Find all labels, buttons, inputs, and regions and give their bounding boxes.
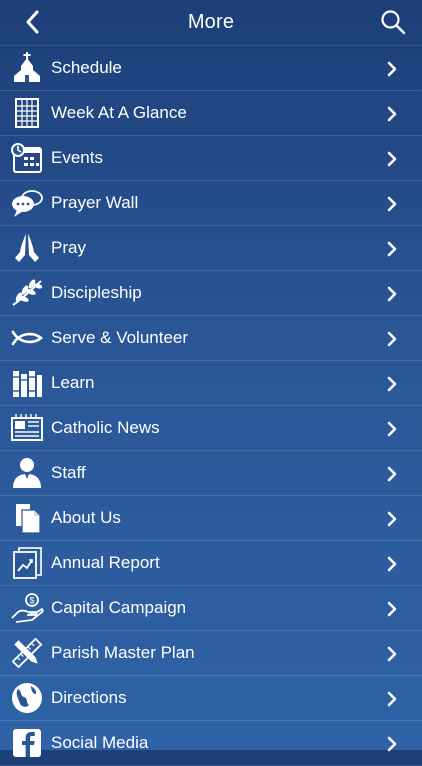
page-title: More — [187, 10, 235, 33]
chevron-right-icon — [386, 511, 398, 527]
speech-bubbles-icon — [10, 187, 44, 219]
menu-item-annual-report[interactable]: Annual Report — [0, 541, 422, 586]
menu-item-serve-volunteer[interactable]: Serve & Volunteer — [0, 316, 422, 361]
chevron-right-icon — [386, 601, 398, 617]
menu-item-parish-master-plan[interactable]: Parish Master Plan — [0, 631, 422, 676]
chevron-right-icon — [386, 466, 398, 482]
menu-item-label: Social Media — [51, 733, 149, 752]
menu-item-label: Pray — [51, 238, 86, 257]
chevron-right-icon — [386, 151, 398, 167]
chevron-right-icon — [386, 61, 398, 77]
menu-item-learn[interactable]: Learn — [0, 361, 422, 406]
menu-item-label: Directions — [51, 688, 127, 707]
olive-branch-icon — [10, 277, 44, 309]
ruler-pencil-icon — [10, 637, 44, 669]
menu-item-label: About Us — [51, 508, 121, 527]
menu-item-schedule[interactable]: Schedule — [0, 45, 422, 91]
menu-item-pray[interactable]: Pray — [0, 226, 422, 271]
hand-coin-icon: $ — [10, 592, 44, 624]
menu-item-label: Schedule — [51, 58, 122, 77]
menu-item-directions[interactable]: Directions — [0, 676, 422, 721]
documents-icon — [10, 502, 44, 534]
menu-item-discipleship[interactable]: Discipleship — [0, 271, 422, 316]
menu-item-about-us[interactable]: About Us — [0, 496, 422, 541]
menu-item-label: Week At A Glance — [51, 103, 187, 122]
person-icon — [10, 457, 44, 489]
menu-item-label: Capital Campaign — [51, 598, 187, 617]
calendar-grid-icon — [10, 97, 44, 129]
menu-item-label: Events — [51, 148, 103, 167]
church-icon — [10, 52, 44, 84]
menu-item-label: Parish Master Plan — [51, 643, 195, 662]
menu-item-label: Discipleship — [51, 283, 142, 302]
menu-item-label: Annual Report — [51, 553, 160, 572]
menu-item-label: Catholic News — [51, 418, 160, 437]
menu-item-label: Serve & Volunteer — [51, 328, 189, 347]
menu-item-prayer-wall[interactable]: Prayer Wall — [0, 181, 422, 226]
chevron-right-icon — [386, 196, 398, 212]
newspaper-icon — [10, 412, 44, 444]
back-chevron-icon[interactable] — [22, 9, 44, 35]
calendar-clock-icon — [10, 142, 44, 174]
menu-item-staff[interactable]: Staff — [0, 451, 422, 496]
globe-icon — [10, 682, 44, 714]
report-chart-icon — [10, 547, 44, 579]
menu-list: Schedule Week At A Glance Events Prayer … — [0, 45, 422, 766]
menu-item-label: Prayer Wall — [51, 193, 139, 212]
svg-text:$: $ — [29, 596, 34, 606]
menu-item-social-media[interactable]: Social Media — [0, 721, 422, 766]
praying-hands-icon — [10, 232, 44, 264]
chevron-right-icon — [386, 646, 398, 662]
facebook-icon — [10, 727, 44, 759]
chevron-right-icon — [386, 691, 398, 707]
fish-icon — [10, 322, 44, 354]
chevron-right-icon — [386, 286, 398, 302]
chevron-right-icon — [386, 106, 398, 122]
menu-item-week-at-a-glance[interactable]: Week At A Glance — [0, 91, 422, 136]
search-icon[interactable] — [380, 9, 406, 35]
menu-item-capital-campaign[interactable]: $ Capital Campaign — [0, 586, 422, 631]
menu-item-label: Staff — [51, 463, 86, 482]
chevron-right-icon — [386, 421, 398, 437]
chevron-right-icon — [386, 376, 398, 392]
chevron-right-icon — [386, 331, 398, 347]
chevron-right-icon — [386, 556, 398, 572]
nav-bar: More — [0, 0, 422, 44]
menu-item-events[interactable]: Events — [0, 136, 422, 181]
menu-item-label: Learn — [51, 373, 95, 392]
chevron-right-icon — [386, 241, 398, 257]
menu-item-catholic-news[interactable]: Catholic News — [0, 406, 422, 451]
books-icon — [10, 367, 44, 399]
